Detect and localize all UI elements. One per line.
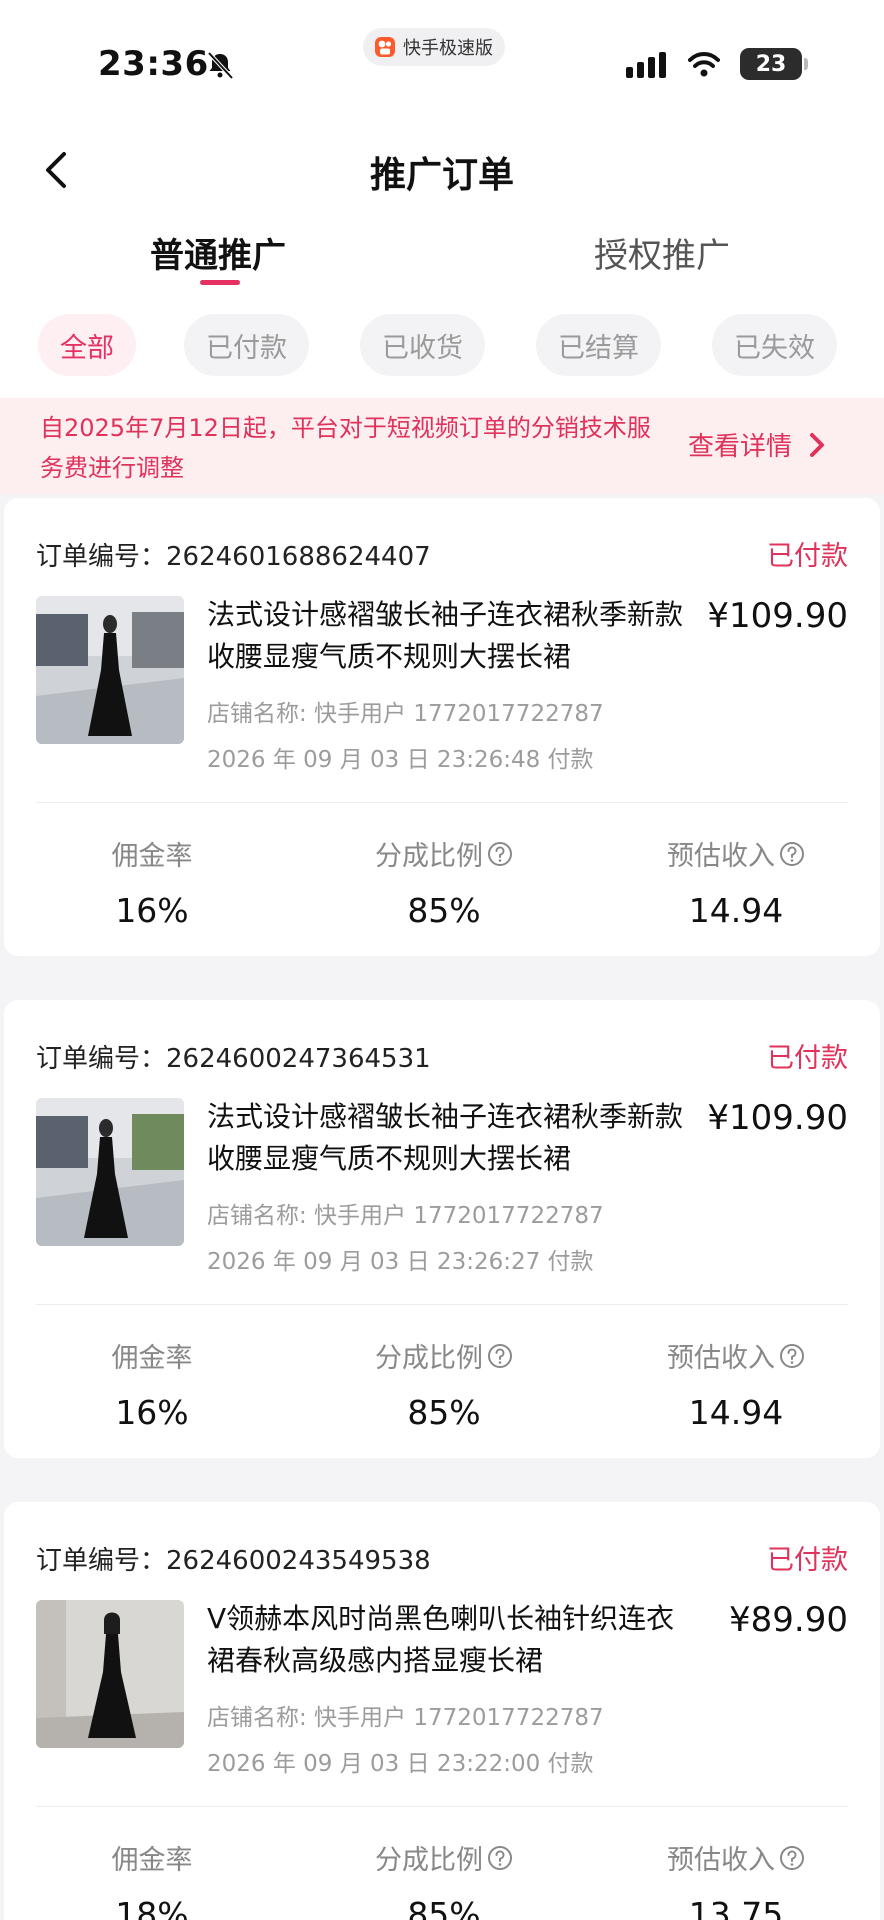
app-indicator-pill[interactable]: 快手极速版 — [363, 28, 505, 66]
product-title: 法式设计感褶皱长袖子连衣裙秋季新款收腰显瘦气质不规则大摆长裙 — [207, 1100, 684, 1175]
card-divider — [36, 802, 848, 803]
share-ratio-stat: 分成比例 85% — [324, 1336, 564, 1432]
commission-rate-value: 16% — [115, 1393, 189, 1432]
tab-bar: 普通推广 授权推广 — [0, 220, 884, 290]
view-details-link[interactable]: 查看详情 — [688, 426, 828, 463]
estimated-income-stat: 预估收入 13.75 — [616, 1838, 856, 1920]
filter-chip-paid[interactable]: 已付款 — [184, 314, 309, 376]
question-circle-icon[interactable] — [487, 841, 513, 867]
chevron-right-icon — [810, 432, 825, 457]
question-circle-icon[interactable] — [779, 1343, 805, 1369]
estimated-income-value: 13.75 — [688, 1895, 784, 1920]
commission-rate-value: 16% — [115, 891, 189, 930]
payment-time: 2026 年 09 月 03 日 23:22:00 付款 — [207, 1751, 594, 1777]
shop-name: 店铺名称: 快手用户 1772017722787 — [207, 1705, 604, 1731]
shop-name: 店铺名称: 快手用户 1772017722787 — [207, 701, 604, 727]
commission-rate-label: 佣金率 — [111, 1845, 193, 1876]
payment-time: 2026 年 09 月 03 日 23:26:48 付款 — [207, 747, 594, 773]
wifi-icon — [688, 52, 720, 77]
battery-indicator: 23 — [740, 48, 802, 80]
commission-rate-stat: 佣金率 18% — [32, 1838, 272, 1920]
question-circle-icon[interactable] — [487, 1343, 513, 1369]
share-ratio-value: 85% — [407, 891, 481, 930]
order-status: 已付款 — [767, 541, 848, 572]
filter-chips: 全部 已付款 已收货 已结算 已失效 — [0, 314, 884, 378]
top-area: 23:36 快手极速版 23 推广订单 普通推广 授权推广 全部 已付款 已收货… — [0, 0, 884, 398]
product-thumbnail — [36, 596, 184, 744]
product-title: V领赫本风时尚黑色喇叭长袖针织连衣裙春秋高级感内搭显瘦长裙 — [207, 1602, 675, 1677]
order-number: 订单编号：2624600243549538 — [36, 1546, 431, 1576]
estimated-income-label: 预估收入 — [667, 1845, 775, 1876]
share-ratio-label: 分成比例 — [375, 1343, 483, 1374]
question-circle-icon[interactable] — [779, 1845, 805, 1871]
battery-level: 23 — [755, 51, 787, 77]
card-divider — [36, 1806, 848, 1807]
product-price: ¥109.90 — [707, 1098, 848, 1138]
estimated-income-value: 14.94 — [688, 891, 784, 930]
estimated-income-label: 预估收入 — [667, 1343, 775, 1374]
order-status: 已付款 — [767, 1545, 848, 1576]
order-status: 已付款 — [767, 1043, 848, 1074]
status-time: 23:36 — [98, 44, 209, 84]
estimated-income-label: 预估收入 — [667, 841, 775, 872]
question-circle-icon[interactable] — [779, 841, 805, 867]
question-circle-icon[interactable] — [487, 1845, 513, 1871]
notice-banner: 自2025年7月12日起，平台对于短视频订单的分销技术服务费进行调整 查看详情 — [0, 398, 884, 494]
commission-rate-stat: 佣金率 16% — [32, 1336, 272, 1432]
app-name: 快手极速版 — [403, 38, 493, 59]
signal-icon — [626, 52, 666, 78]
share-ratio-label: 分成比例 — [375, 841, 483, 872]
order-number: 订单编号：2624601688624407 — [36, 542, 431, 572]
view-details-label: 查看详情 — [688, 432, 793, 462]
share-ratio-stat: 分成比例 85% — [324, 834, 564, 930]
commission-rate-label: 佣金率 — [111, 1343, 193, 1374]
tab-normal-promotion[interactable]: 普通推广 — [150, 228, 286, 277]
estimated-income-stat: 预估收入 14.94 — [616, 1336, 856, 1432]
bell-muted-icon — [207, 51, 234, 80]
commission-rate-label: 佣金率 — [111, 841, 193, 872]
active-tab-indicator — [200, 280, 240, 285]
order-number: 订单编号：2624600247364531 — [36, 1044, 431, 1074]
filter-chip-received[interactable]: 已收货 — [360, 314, 485, 376]
share-ratio-label: 分成比例 — [375, 1845, 483, 1876]
product-thumbnail — [36, 1098, 184, 1246]
share-ratio-stat: 分成比例 85% — [324, 1838, 564, 1920]
product-price: ¥89.90 — [729, 1600, 848, 1640]
filter-chip-settled[interactable]: 已结算 — [536, 314, 661, 376]
nav-bar: 推广订单 — [0, 130, 884, 210]
product-thumbnail — [36, 1600, 184, 1748]
battery-tip — [804, 58, 808, 70]
filter-chip-all[interactable]: 全部 — [38, 314, 136, 376]
tab-authorized-promotion[interactable]: 授权推广 — [594, 228, 730, 277]
product-title: 法式设计感褶皱长袖子连衣裙秋季新款收腰显瘦气质不规则大摆长裙 — [207, 598, 684, 673]
card-divider — [36, 1304, 848, 1305]
commission-rate-stat: 佣金率 16% — [32, 834, 272, 930]
shop-name: 店铺名称: 快手用户 1772017722787 — [207, 1203, 604, 1229]
kuaishou-logo-icon — [375, 37, 395, 57]
estimated-income-value: 14.94 — [688, 1393, 784, 1432]
filter-chip-invalid[interactable]: 已失效 — [712, 314, 837, 376]
notice-text: 自2025年7月12日起，平台对于短视频订单的分销技术服务费进行调整 — [40, 414, 651, 482]
order-card[interactable]: 订单编号：2624601688624407 已付款 法式设计感褶皱长袖子连衣裙秋… — [4, 498, 880, 956]
order-card[interactable]: 订单编号：2624600243549538 已付款 V领赫本风时尚黑色喇叭长袖针… — [4, 1502, 880, 1920]
page-title: 推广订单 — [369, 155, 514, 196]
product-price: ¥109.90 — [707, 596, 848, 636]
status-bar: 23:36 快手极速版 23 — [0, 0, 884, 110]
share-ratio-value: 85% — [407, 1393, 481, 1432]
estimated-income-stat: 预估收入 14.94 — [616, 834, 856, 930]
order-card[interactable]: 订单编号：2624600247364531 已付款 法式设计感褶皱长袖子连衣裙秋… — [4, 1000, 880, 1458]
share-ratio-value: 85% — [407, 1895, 481, 1920]
commission-rate-value: 18% — [115, 1895, 189, 1920]
payment-time: 2026 年 09 月 03 日 23:26:27 付款 — [207, 1249, 594, 1275]
